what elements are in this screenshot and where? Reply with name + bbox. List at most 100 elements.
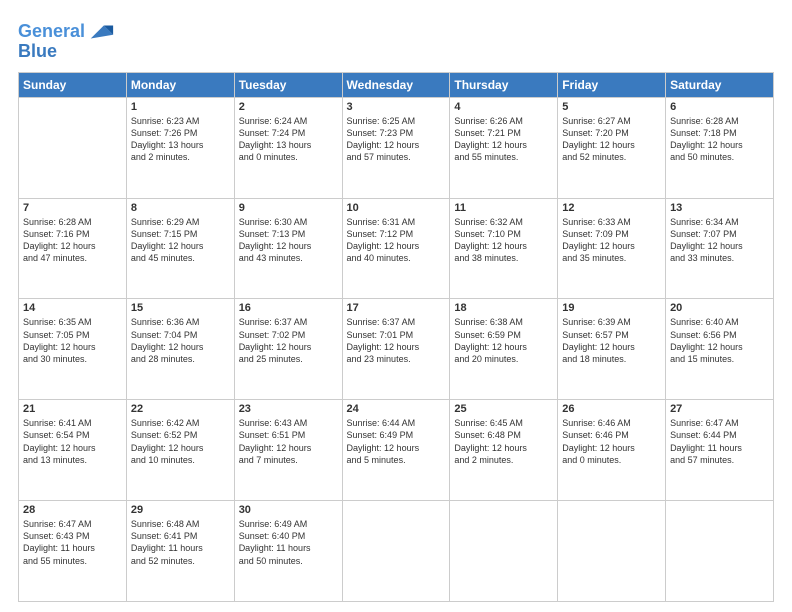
col-header-tuesday: Tuesday — [234, 72, 342, 97]
week-row-0: 1Sunrise: 6:23 AM Sunset: 7:26 PM Daylig… — [19, 97, 774, 198]
calendar-cell — [19, 97, 127, 198]
calendar-cell: 2 Sunrise: 6:24 AM Sunset: 7:24 PM Daylig… — [234, 97, 342, 198]
week-row-3: 21 Sunrise: 6:41 AM Sunset: 6:54 PM Dayli… — [19, 400, 774, 501]
day-info: Sunrise: 6:40 AM Sunset: 6:56 PM Dayligh… — [670, 316, 769, 365]
day-info: Sunrise: 6:33 AM Sunset: 7:09 PM Dayligh… — [562, 216, 661, 265]
day-number: 7 — [23, 202, 122, 214]
day-info: Sunrise: 6:36 AM Sunset: 7:04 PM Dayligh… — [131, 316, 230, 365]
day-info: Sunrise: 6:39 AM Sunset: 6:57 PM Dayligh… — [562, 316, 661, 365]
day-number: 6 — [670, 101, 769, 113]
day-number: 17 — [347, 302, 446, 314]
day-number: 21 — [23, 403, 122, 415]
logo: General Blue — [18, 18, 115, 62]
calendar-cell: 7 Sunrise: 6:28 AM Sunset: 7:16 PM Daylig… — [19, 198, 127, 299]
calendar-cell: 11 Sunrise: 6:32 AM Sunset: 7:10 PM Dayli… — [450, 198, 558, 299]
day-info: Sunrise: 6:34 AM Sunset: 7:07 PM Dayligh… — [670, 216, 769, 265]
logo-text: General — [18, 22, 85, 42]
day-number: 10 — [347, 202, 446, 214]
calendar-cell: 6 Sunrise: 6:28 AM Sunset: 7:18 PM Daylig… — [666, 97, 774, 198]
day-number: 15 — [131, 302, 230, 314]
calendar-cell: 3Sunrise: 6:25 AM Sunset: 7:23 PM Daylig… — [342, 97, 450, 198]
day-info: Sunrise: 6:44 AM Sunset: 6:49 PM Dayligh… — [347, 417, 446, 466]
col-header-monday: Monday — [126, 72, 234, 97]
day-info: Sunrise: 6:38 AM Sunset: 6:59 PM Dayligh… — [454, 316, 553, 365]
calendar-cell — [666, 501, 774, 602]
day-number: 28 — [23, 504, 122, 516]
calendar-cell: 13 Sunrise: 6:34 AM Sunset: 7:07 PM Dayli… — [666, 198, 774, 299]
calendar-cell: 18Sunrise: 6:38 AM Sunset: 6:59 PM Dayli… — [450, 299, 558, 400]
day-info: Sunrise: 6:35 AM Sunset: 7:05 PM Dayligh… — [23, 316, 122, 365]
day-number: 30 — [239, 504, 338, 516]
calendar-cell: 8 Sunrise: 6:29 AM Sunset: 7:15 PM Daylig… — [126, 198, 234, 299]
calendar-header-row: SundayMondayTuesdayWednesdayThursdayFrid… — [19, 72, 774, 97]
day-info: Sunrise: 6:32 AM Sunset: 7:10 PM Dayligh… — [454, 216, 553, 265]
day-info: Sunrise: 6:42 AM Sunset: 6:52 PM Dayligh… — [131, 417, 230, 466]
day-number: 29 — [131, 504, 230, 516]
day-info: Sunrise: 6:37 AM Sunset: 7:02 PM Dayligh… — [239, 316, 338, 365]
calendar-cell — [450, 501, 558, 602]
day-info: Sunrise: 6:24 AM Sunset: 7:24 PM Dayligh… — [239, 115, 338, 164]
calendar-cell: 22 Sunrise: 6:42 AM Sunset: 6:52 PM Dayli… — [126, 400, 234, 501]
calendar-cell: 5Sunrise: 6:27 AM Sunset: 7:20 PM Daylig… — [558, 97, 666, 198]
calendar-cell: 29 Sunrise: 6:48 AM Sunset: 6:41 PM Dayli… — [126, 501, 234, 602]
col-header-friday: Friday — [558, 72, 666, 97]
day-number: 24 — [347, 403, 446, 415]
day-info: Sunrise: 6:47 AM Sunset: 6:44 PM Dayligh… — [670, 417, 769, 466]
day-number: 16 — [239, 302, 338, 314]
calendar-cell: 12Sunrise: 6:33 AM Sunset: 7:09 PM Dayli… — [558, 198, 666, 299]
logo-general: General — [18, 21, 85, 41]
day-info: Sunrise: 6:46 AM Sunset: 6:46 PM Dayligh… — [562, 417, 661, 466]
day-number: 11 — [454, 202, 553, 214]
calendar-cell: 14 Sunrise: 6:35 AM Sunset: 7:05 PM Dayli… — [19, 299, 127, 400]
day-info: Sunrise: 6:27 AM Sunset: 7:20 PM Dayligh… — [562, 115, 661, 164]
calendar-page: General Blue SundayMondayTuesdayWednesda… — [0, 0, 792, 612]
calendar-cell: 23 Sunrise: 6:43 AM Sunset: 6:51 PM Dayli… — [234, 400, 342, 501]
calendar-cell: 30 Sunrise: 6:49 AM Sunset: 6:40 PM Dayli… — [234, 501, 342, 602]
day-number: 25 — [454, 403, 553, 415]
day-number: 27 — [670, 403, 769, 415]
calendar-cell: 27 Sunrise: 6:47 AM Sunset: 6:44 PM Dayli… — [666, 400, 774, 501]
calendar-cell — [342, 501, 450, 602]
col-header-thursday: Thursday — [450, 72, 558, 97]
day-info: Sunrise: 6:28 AM Sunset: 7:16 PM Dayligh… — [23, 216, 122, 265]
day-number: 13 — [670, 202, 769, 214]
day-number: 14 — [23, 302, 122, 314]
day-number: 2 — [239, 101, 338, 113]
day-info: Sunrise: 6:49 AM Sunset: 6:40 PM Dayligh… — [239, 518, 338, 567]
day-number: 22 — [131, 403, 230, 415]
calendar-cell: 24 Sunrise: 6:44 AM Sunset: 6:49 PM Dayli… — [342, 400, 450, 501]
day-info: Sunrise: 6:41 AM Sunset: 6:54 PM Dayligh… — [23, 417, 122, 466]
col-header-sunday: Sunday — [19, 72, 127, 97]
day-info: Sunrise: 6:26 AM Sunset: 7:21 PM Dayligh… — [454, 115, 553, 164]
calendar-cell: 16 Sunrise: 6:37 AM Sunset: 7:02 PM Dayli… — [234, 299, 342, 400]
logo-icon — [87, 18, 115, 46]
day-info: Sunrise: 6:37 AM Sunset: 7:01 PM Dayligh… — [347, 316, 446, 365]
day-info: Sunrise: 6:43 AM Sunset: 6:51 PM Dayligh… — [239, 417, 338, 466]
header: General Blue — [18, 18, 774, 62]
calendar-cell: 4 Sunrise: 6:26 AM Sunset: 7:21 PM Daylig… — [450, 97, 558, 198]
week-row-4: 28 Sunrise: 6:47 AM Sunset: 6:43 PM Dayli… — [19, 501, 774, 602]
day-number: 9 — [239, 202, 338, 214]
week-row-2: 14 Sunrise: 6:35 AM Sunset: 7:05 PM Dayli… — [19, 299, 774, 400]
day-info: Sunrise: 6:30 AM Sunset: 7:13 PM Dayligh… — [239, 216, 338, 265]
week-row-1: 7 Sunrise: 6:28 AM Sunset: 7:16 PM Daylig… — [19, 198, 774, 299]
calendar-cell: 21 Sunrise: 6:41 AM Sunset: 6:54 PM Dayli… — [19, 400, 127, 501]
day-info: Sunrise: 6:28 AM Sunset: 7:18 PM Dayligh… — [670, 115, 769, 164]
calendar-cell: 25 Sunrise: 6:45 AM Sunset: 6:48 PM Dayli… — [450, 400, 558, 501]
day-info: Sunrise: 6:45 AM Sunset: 6:48 PM Dayligh… — [454, 417, 553, 466]
day-info: Sunrise: 6:29 AM Sunset: 7:15 PM Dayligh… — [131, 216, 230, 265]
day-number: 1 — [131, 101, 230, 113]
day-info: Sunrise: 6:47 AM Sunset: 6:43 PM Dayligh… — [23, 518, 122, 567]
day-number: 4 — [454, 101, 553, 113]
calendar-cell: 19Sunrise: 6:39 AM Sunset: 6:57 PM Dayli… — [558, 299, 666, 400]
day-number: 20 — [670, 302, 769, 314]
day-info: Sunrise: 6:31 AM Sunset: 7:12 PM Dayligh… — [347, 216, 446, 265]
calendar-cell: 17 Sunrise: 6:37 AM Sunset: 7:01 PM Dayli… — [342, 299, 450, 400]
day-number: 26 — [562, 403, 661, 415]
calendar-cell — [558, 501, 666, 602]
day-info: Sunrise: 6:48 AM Sunset: 6:41 PM Dayligh… — [131, 518, 230, 567]
calendar-cell: 10 Sunrise: 6:31 AM Sunset: 7:12 PM Dayli… — [342, 198, 450, 299]
day-number: 23 — [239, 403, 338, 415]
day-number: 8 — [131, 202, 230, 214]
calendar-cell: 26 Sunrise: 6:46 AM Sunset: 6:46 PM Dayli… — [558, 400, 666, 501]
